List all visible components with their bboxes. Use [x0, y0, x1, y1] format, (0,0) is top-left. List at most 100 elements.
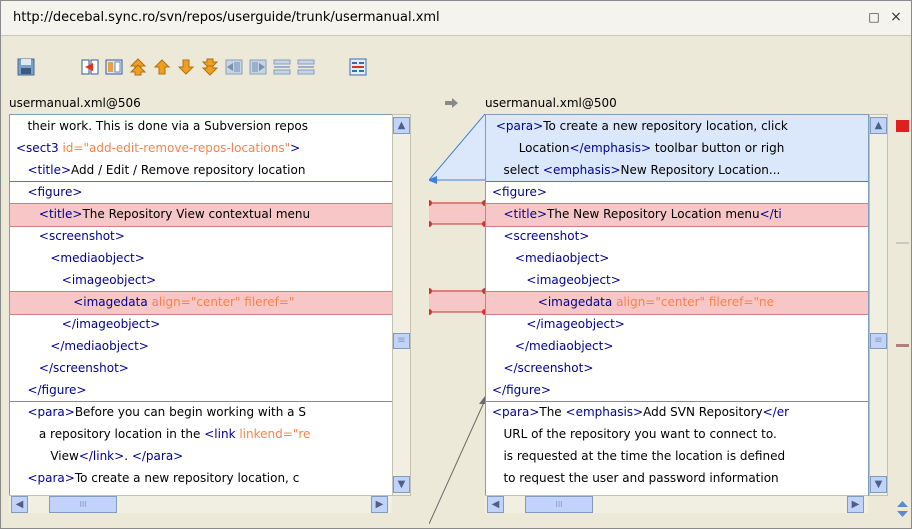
code-tag: </figure> [16, 383, 87, 397]
left-vertical-scrollbar[interactable]: ▲ ≡ ▼ [392, 114, 411, 496]
first-change-icon[interactable] [129, 58, 147, 76]
code-tag: </imageobject> [492, 317, 625, 331]
code-tag: <figure> [492, 185, 547, 199]
right-editor[interactable]: <para>To create a new repository locatio… [485, 114, 869, 496]
code-tag: <imageobject> [492, 273, 621, 287]
code-attr: fileref= [708, 295, 754, 309]
left-editor[interactable]: their work. This is done via a Subversio… [9, 114, 393, 496]
scroll-right-button[interactable]: ▶ [847, 496, 864, 513]
code-text: View [16, 449, 79, 463]
code-line: <para>To create a new repository locatio… [16, 467, 299, 489]
overview-change-marker[interactable] [896, 120, 909, 132]
code-text: Location [492, 141, 570, 155]
code-val: "re [292, 427, 311, 441]
code-line: <mediaobject> [16, 247, 145, 269]
code-line: <sect3 id="add-edit-remove-repos-locatio… [16, 137, 300, 159]
code-text: The Repository View contextual menu [82, 207, 311, 221]
code-tag: <title> [16, 163, 72, 177]
code-val: "add-edit-remove-repos-locations" [83, 141, 291, 155]
right-revision-label: usermanual.xml@500 [485, 96, 617, 110]
code-tag: <screenshot> [16, 229, 125, 243]
overview-viewport-marker[interactable] [896, 344, 909, 347]
copy-right-icon[interactable] [249, 58, 267, 76]
code-val: "center" [655, 295, 709, 309]
scroll-thumb[interactable]: ≡ [393, 333, 410, 349]
code-line: <mediaobject> [492, 247, 609, 269]
code-line: is requested at the time the location is… [492, 445, 785, 467]
code-text: The New Repository Location menu [547, 207, 760, 221]
code-line: </mediaobject> [492, 335, 614, 357]
code-line: <para>To create a new repository locatio… [492, 115, 788, 137]
left-horizontal-scrollbar[interactable]: ◀ III ▶ [9, 495, 392, 513]
copy-all-left-icon[interactable] [81, 58, 99, 76]
code-line: </mediaobject> [16, 335, 149, 357]
code-tag: </para> [131, 449, 184, 463]
code-tag: </er [762, 405, 790, 419]
diff-connector-gutter [429, 114, 485, 524]
diff-overview-ruler[interactable] [894, 114, 911, 524]
code-tag: </link> [78, 449, 125, 463]
scroll-left-button[interactable]: ◀ [11, 496, 28, 513]
next-change-icon[interactable] [177, 58, 195, 76]
code-text: The [539, 405, 566, 419]
code-text: to request the user and password informa… [492, 471, 779, 485]
code-text: . [124, 449, 132, 463]
right-horizontal-scrollbar[interactable]: ◀ III ▶ [485, 495, 868, 513]
code-tag: <title> [492, 207, 548, 221]
code-line: to request the user and password informa… [492, 467, 779, 489]
toolbar [1, 36, 911, 90]
scroll-right-button[interactable]: ▶ [371, 496, 388, 513]
scroll-down-button[interactable]: ▼ [393, 476, 410, 493]
code-attr: align= [616, 295, 656, 309]
scroll-left-button[interactable]: ◀ [487, 496, 504, 513]
code-line: <title>The Repository View contextual me… [16, 203, 310, 225]
title-bar: http://decebal.sync.ro/svn/repos/usergui… [1, 1, 911, 36]
code-text: New Repository Location... [620, 163, 781, 177]
code-tag: <imageobject> [16, 273, 157, 287]
code-line: Location</emphasis> toolbar button or ri… [492, 137, 785, 159]
code-line: <imagedata align="center" fileref=" [16, 291, 294, 313]
overview-tick [896, 242, 909, 244]
code-line: <screenshot> [492, 225, 589, 247]
code-line: select <emphasis>New Repository Location… [492, 159, 780, 181]
code-tag: <title> [16, 207, 83, 221]
right-vertical-scrollbar[interactable]: ▲ ≡ ▼ [869, 114, 888, 496]
sync-arrow-icon[interactable] [444, 97, 460, 109]
restore-button[interactable]: □ [867, 10, 881, 24]
code-tag: <para> [16, 405, 75, 419]
copy-left-icon[interactable] [225, 58, 243, 76]
code-tag: </imageobject> [16, 317, 161, 331]
h-scroll-thumb[interactable]: III [49, 496, 117, 513]
code-tag: <emphasis> [565, 405, 644, 419]
code-tag: <mediaobject> [16, 251, 145, 265]
copy-change-left-icon[interactable] [105, 58, 123, 76]
code-text: a repository location in the [16, 427, 205, 441]
h-scroll-thumb[interactable]: III [525, 496, 593, 513]
code-attr: fileref= [244, 295, 289, 309]
last-change-icon[interactable] [201, 58, 219, 76]
scroll-up-button[interactable]: ▲ [393, 117, 410, 134]
save-icon[interactable] [17, 58, 35, 76]
scroll-up-button[interactable]: ▲ [870, 117, 887, 134]
code-tag: <imagedata [492, 295, 617, 309]
overview-scroll-arrows-icon[interactable] [896, 500, 909, 518]
merge-all-icon[interactable] [273, 58, 291, 76]
code-tag: <para> [492, 119, 544, 133]
code-attr: align= [151, 295, 191, 309]
code-tag: </emphasis> [569, 141, 652, 155]
code-tag: </ti [759, 207, 782, 221]
code-line: </screenshot> [16, 357, 129, 379]
code-val: " [288, 295, 295, 309]
code-line: </figure> [16, 379, 86, 401]
ignore-whitespace-icon[interactable] [297, 58, 315, 76]
code-line: <imagedata align="center" fileref="ne [492, 291, 774, 313]
code-line: <figure> [492, 181, 547, 203]
code-line: <imageobject> [492, 269, 621, 291]
code-line: </imageobject> [16, 313, 161, 335]
scroll-down-button[interactable]: ▼ [870, 476, 887, 493]
code-val: "center" [190, 295, 245, 309]
previous-change-icon[interactable] [153, 58, 171, 76]
scroll-thumb[interactable]: ≡ [870, 333, 887, 349]
close-button[interactable]: × [889, 10, 903, 24]
diff-options-icon[interactable] [349, 58, 367, 76]
